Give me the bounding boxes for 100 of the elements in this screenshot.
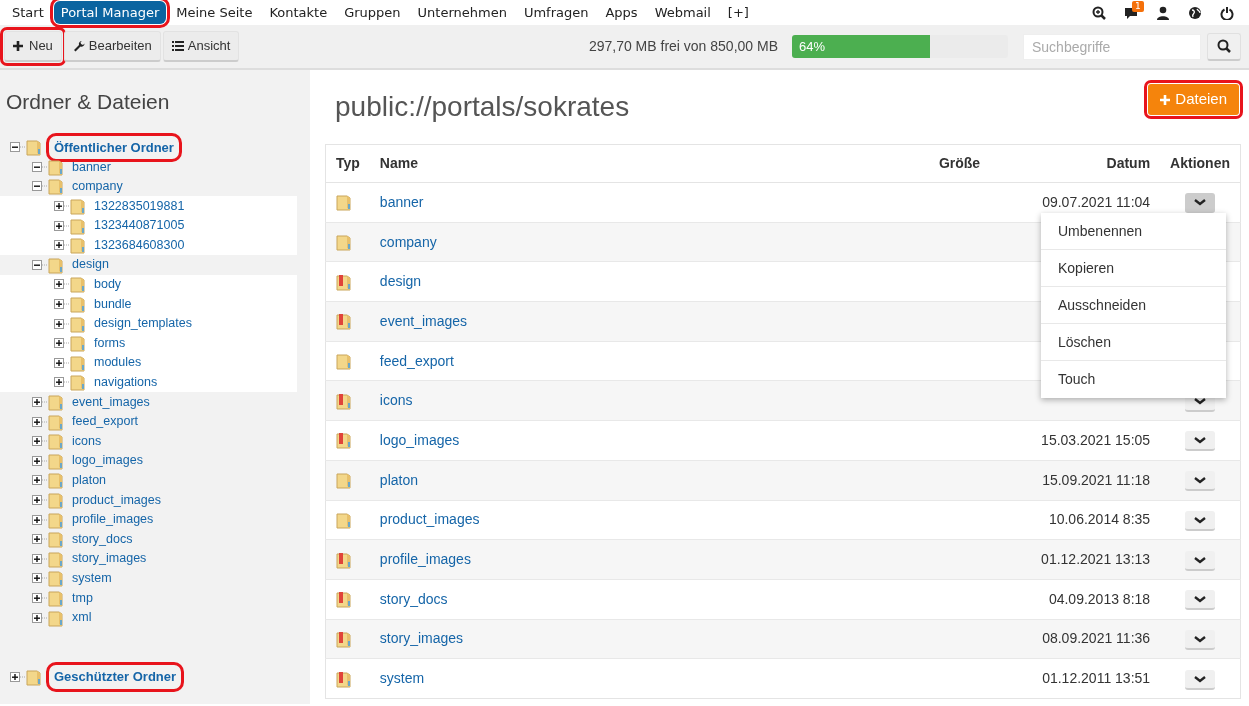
nav-tab[interactable]: Unternehmen: [410, 0, 514, 25]
tree-item[interactable]: design_templates: [94, 314, 192, 333]
collapse-icon[interactable]: [32, 161, 48, 172]
nav-tab[interactable]: Gruppen: [337, 0, 408, 25]
expand-icon[interactable]: [32, 612, 48, 623]
tree-item[interactable]: platon: [72, 471, 107, 490]
date-cell: 01.12.2021 13:13: [1041, 551, 1151, 568]
toolbar-button[interactable]: Bearbeiten: [63, 31, 161, 62]
folder-link[interactable]: icons: [379, 392, 413, 409]
actions-dropdown-button[interactable]: [1185, 431, 1216, 452]
folder-icon: [70, 275, 86, 294]
folder-link[interactable]: platon: [379, 471, 418, 488]
folder-link[interactable]: company: [379, 233, 437, 250]
nav-tab[interactable]: Webmail: [647, 0, 718, 25]
tree-item[interactable]: logo_images: [72, 451, 143, 471]
expand-icon[interactable]: [32, 573, 48, 584]
collapse-icon[interactable]: [10, 142, 26, 153]
folder-link[interactable]: system: [379, 670, 425, 687]
expand-icon[interactable]: [54, 220, 70, 231]
power-icon[interactable]: [1220, 5, 1234, 20]
tree-item[interactable]: story_docs: [72, 529, 133, 549]
tree-item[interactable]: company: [72, 177, 123, 196]
folder-icon: [48, 588, 64, 607]
user-icon[interactable]: [1156, 5, 1170, 20]
actions-dropdown-button[interactable]: [1185, 669, 1216, 690]
folder-link[interactable]: story_docs: [379, 590, 448, 607]
expand-icon[interactable]: [54, 377, 70, 388]
expand-icon[interactable]: [54, 357, 70, 368]
expand-icon[interactable]: [54, 318, 70, 329]
tree-item[interactable]: event_images: [72, 392, 150, 412]
folder-icon: [70, 373, 86, 392]
nav-tab[interactable]: Apps: [598, 0, 645, 25]
expand-icon[interactable]: [32, 455, 48, 466]
tree-item[interactable]: xml: [72, 608, 92, 627]
expand-icon[interactable]: [54, 201, 70, 212]
tree-item[interactable]: tmp: [72, 588, 93, 608]
folder-link[interactable]: feed_export: [379, 352, 454, 369]
collapse-icon[interactable]: [32, 259, 48, 270]
expand-icon[interactable]: [32, 534, 48, 545]
expand-icon[interactable]: [54, 240, 70, 251]
folder-icon: [48, 432, 64, 451]
expand-icon[interactable]: [10, 672, 26, 683]
tree-item[interactable]: system: [72, 569, 112, 588]
expand-icon[interactable]: [32, 475, 48, 486]
tree-item[interactable]: profile_images: [72, 510, 154, 529]
nav-tab[interactable]: Meine Seite: [169, 0, 260, 25]
expand-icon[interactable]: [32, 553, 48, 564]
nav-tab[interactable]: [+]: [720, 0, 756, 25]
expand-icon[interactable]: [32, 592, 48, 603]
actions-dropdown-button[interactable]: [1185, 510, 1216, 531]
folder-link[interactable]: profile_images: [379, 551, 471, 568]
nav-tab[interactable]: Kontakte: [262, 0, 335, 25]
expand-icon[interactable]: [32, 514, 48, 525]
tree-item[interactable]: banner: [72, 157, 111, 177]
tree-item[interactable]: feed_export: [72, 412, 139, 431]
tree-item[interactable]: navigations: [94, 373, 158, 392]
tree-item[interactable]: story_images: [72, 549, 147, 569]
actions-dropdown-button[interactable]: [1185, 590, 1216, 611]
actions-dropdown-button[interactable]: [1185, 629, 1216, 650]
folder-link[interactable]: event_images: [379, 312, 468, 329]
expand-icon[interactable]: [32, 397, 48, 407]
tree-item[interactable]: design: [72, 255, 109, 275]
expand-icon[interactable]: [54, 279, 70, 290]
date-cell: 15.09.2021 11:18: [1042, 471, 1151, 488]
toolbar-button[interactable]: Ansicht: [162, 31, 240, 62]
tree-item[interactable]: product_images: [72, 490, 161, 510]
folder-icon: [48, 451, 64, 470]
tree-item[interactable]: modules: [94, 353, 142, 373]
folder-link[interactable]: logo_images: [379, 431, 460, 448]
date-cell: 04.09.2013 8:18: [1048, 590, 1151, 607]
actions-dropdown-button[interactable]: [1185, 550, 1216, 571]
tree-item[interactable]: body: [94, 275, 122, 294]
tree-item[interactable]: forms: [94, 333, 126, 353]
tree-item[interactable]: 1323440871005: [94, 216, 185, 236]
folder-link[interactable]: story_images: [379, 630, 464, 647]
collapse-icon[interactable]: [32, 181, 48, 192]
nav-tab[interactable]: Start: [5, 0, 51, 25]
tree-item[interactable]: bundle: [94, 294, 132, 314]
actions-dropdown-button[interactable]: [1185, 193, 1216, 214]
tree-item[interactable]: icons: [72, 431, 102, 451]
actions-dropdown-button[interactable]: [1185, 471, 1216, 492]
folder-link[interactable]: banner: [379, 193, 424, 210]
folder-link[interactable]: design: [379, 273, 422, 290]
menu-item[interactable]: Touch: [1041, 361, 1226, 398]
expand-icon[interactable]: [32, 416, 48, 427]
search-button[interactable]: [1207, 32, 1241, 61]
expand-icon[interactable]: [32, 436, 48, 447]
plus-icon: [1160, 95, 1171, 106]
tree-item[interactable]: 1322835019881: [94, 196, 185, 216]
nav-tab[interactable]: Umfragen: [516, 0, 596, 25]
tree-item[interactable]: 1323684608300: [94, 235, 185, 255]
expand-icon[interactable]: [54, 338, 70, 349]
expand-icon[interactable]: [54, 299, 70, 310]
search-field[interactable]: Suchbegriffe: [1023, 33, 1201, 60]
zoom-icon[interactable]: [1092, 5, 1106, 20]
folder-link[interactable]: product_images: [379, 511, 480, 528]
globe-icon[interactable]: [1188, 5, 1202, 20]
nav-tab[interactable]: Portal Manager: [53, 0, 167, 25]
expand-icon[interactable]: [32, 495, 48, 505]
folder-icon: [48, 549, 64, 568]
